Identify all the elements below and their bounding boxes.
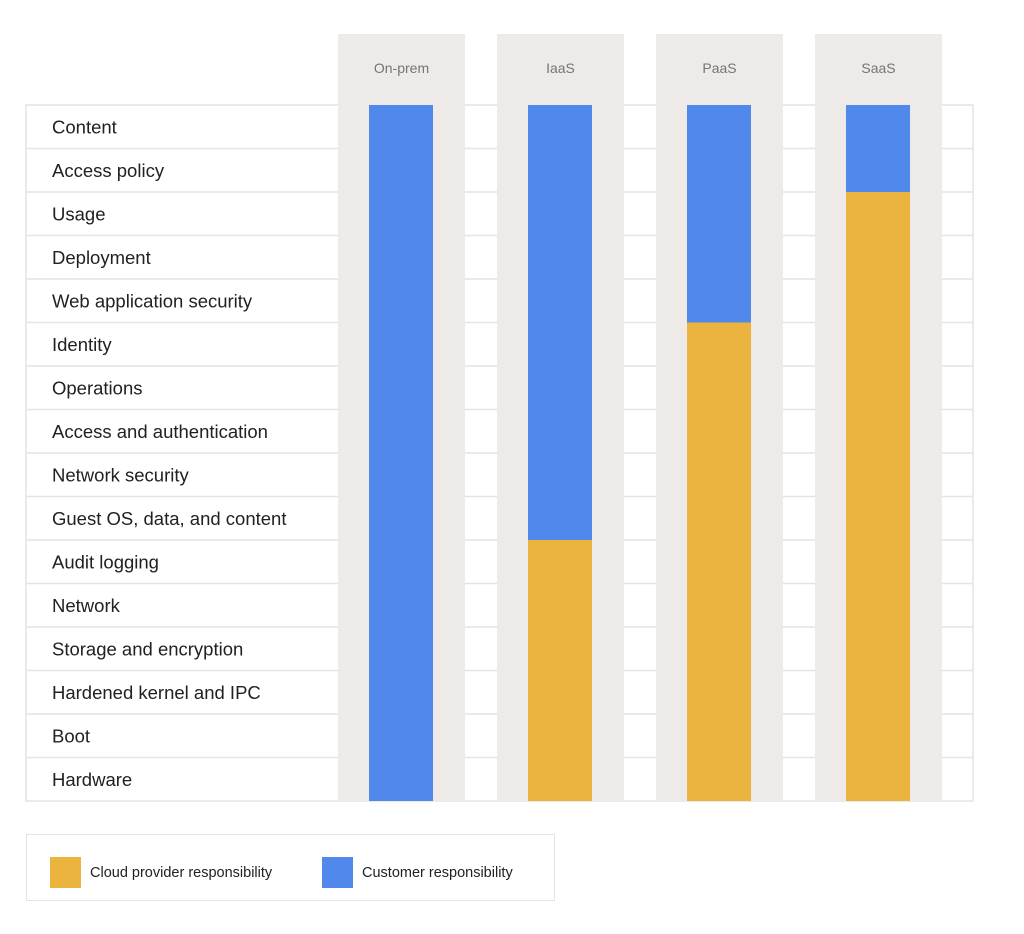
row-label: Web application security bbox=[52, 290, 253, 311]
row-label: Network security bbox=[52, 464, 189, 485]
legend-swatch-provider bbox=[50, 857, 81, 888]
legend-swatch-customer bbox=[322, 857, 353, 888]
legend-item-customer: Customer responsibility bbox=[322, 857, 513, 888]
bar-provider-paas bbox=[687, 322, 751, 801]
row-label: Identity bbox=[52, 334, 112, 355]
column-label-on-prem: On-prem bbox=[374, 60, 429, 76]
row-label: Storage and encryption bbox=[52, 638, 243, 659]
row-label: Usage bbox=[52, 203, 105, 224]
row-label: Access and authentication bbox=[52, 421, 268, 442]
bar-customer-paas bbox=[687, 105, 751, 323]
legend-item-provider: Cloud provider responsibility bbox=[50, 857, 272, 888]
bar-customer-saas bbox=[846, 105, 910, 192]
bar-customer-iaas bbox=[528, 105, 592, 540]
legend: Cloud provider responsibility Customer r… bbox=[26, 834, 555, 901]
row-label: Boot bbox=[52, 725, 90, 746]
column-label-iaas: IaaS bbox=[546, 60, 575, 76]
row-label: Content bbox=[52, 116, 117, 137]
row-label: Network bbox=[52, 595, 121, 616]
row-label: Hardware bbox=[52, 769, 132, 790]
column-label-paas: PaaS bbox=[702, 60, 736, 76]
column-label-saas: SaaS bbox=[861, 60, 895, 76]
bar-customer-on-prem bbox=[369, 105, 433, 801]
row-label: Operations bbox=[52, 377, 143, 398]
shared-responsibility-chart: Content Access policy Usage Deployment Web a… bbox=[25, 34, 974, 802]
bar-provider-saas bbox=[846, 192, 910, 801]
row-label: Guest OS, data, and content bbox=[52, 508, 286, 529]
row-label: Access policy bbox=[52, 160, 165, 181]
row-label: Audit logging bbox=[52, 551, 159, 572]
row-label: Deployment bbox=[52, 247, 151, 268]
bar-provider-iaas bbox=[528, 540, 592, 801]
legend-label-customer: Customer responsibility bbox=[362, 864, 513, 881]
row-label: Hardened kernel and IPC bbox=[52, 682, 261, 703]
legend-label-provider: Cloud provider responsibility bbox=[90, 864, 273, 881]
